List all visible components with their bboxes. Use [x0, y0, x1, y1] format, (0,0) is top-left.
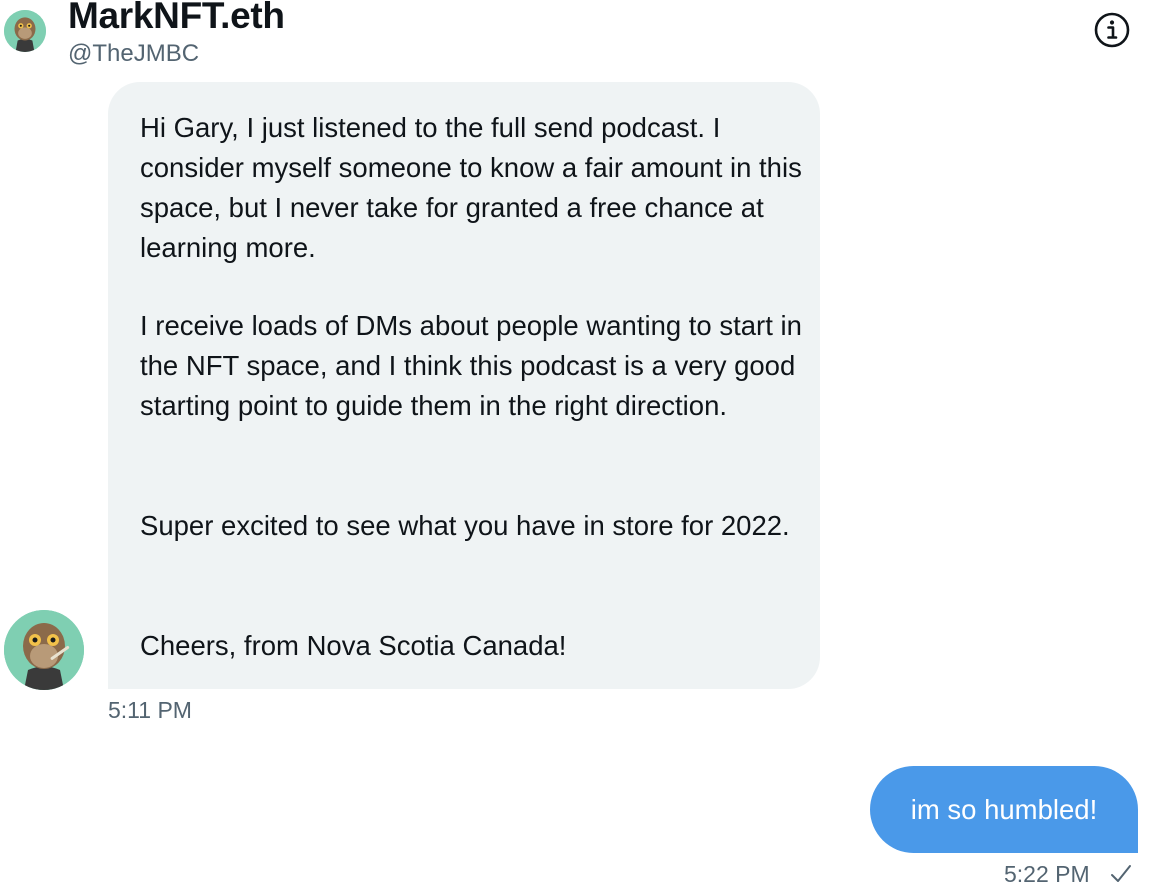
ape-avatar-icon: [4, 10, 46, 52]
sent-message-time: 5:22 PM: [1004, 861, 1090, 887]
info-button[interactable]: [1092, 10, 1132, 50]
received-message-time: 5:11 PM: [108, 697, 192, 723]
ape-avatar-icon: [4, 610, 84, 690]
message-paragraph: Cheers, from Nova Scotia Canada!: [140, 630, 567, 661]
check-icon: [1111, 865, 1131, 882]
header-avatar[interactable]: [4, 10, 46, 52]
message-paragraph: I receive loads of DMs about people want…: [140, 310, 802, 421]
sender-avatar[interactable]: [4, 610, 84, 690]
message-paragraph: Super excited to see what you have in st…: [140, 510, 790, 541]
conversation-user-name[interactable]: MarkNFT.eth: [68, 0, 285, 40]
conversation-user-handle[interactable]: @TheJMBC: [68, 39, 199, 69]
info-icon: [1094, 12, 1130, 48]
message-paragraph: Hi Gary, I just listened to the full sen…: [140, 112, 802, 263]
sent-message-bubble[interactable]: im so humbled!: [870, 766, 1138, 853]
dm-conversation: MarkNFT.eth @TheJMBC Hi Gary, I just lis…: [0, 0, 1170, 894]
sent-message-text: im so humbled!: [910, 793, 1098, 825]
